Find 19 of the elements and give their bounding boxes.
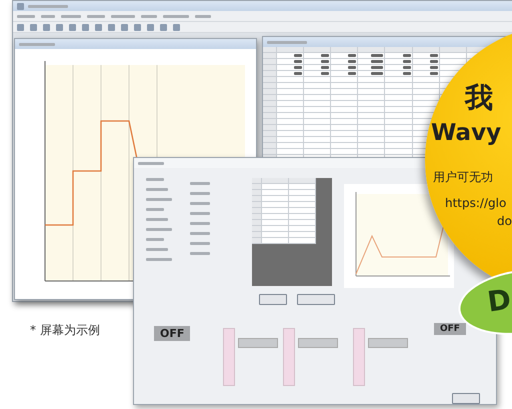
- promo-url: https://glo: [445, 197, 506, 210]
- caption: * 屏幕为示例: [30, 322, 100, 339]
- badge-text: D: [486, 286, 512, 317]
- promo-url: do: [497, 215, 512, 228]
- input-field[interactable]: [238, 338, 278, 348]
- input-field[interactable]: [368, 338, 408, 348]
- promo-subtitle: 用户可无功: [433, 171, 493, 184]
- promo-headline: 我: [465, 83, 493, 114]
- color-strip: [353, 328, 365, 386]
- color-strip: [223, 328, 235, 386]
- app-icon: [17, 2, 24, 10]
- input-field[interactable]: [298, 338, 338, 348]
- dialog-button[interactable]: [297, 294, 335, 305]
- promo-brand: Wavy: [431, 121, 502, 146]
- close-button[interactable]: [452, 393, 480, 404]
- status-display: OFF: [434, 323, 466, 335]
- color-strip: [283, 328, 295, 386]
- dialog-button[interactable]: [259, 294, 287, 305]
- output-display: OFF: [154, 326, 190, 341]
